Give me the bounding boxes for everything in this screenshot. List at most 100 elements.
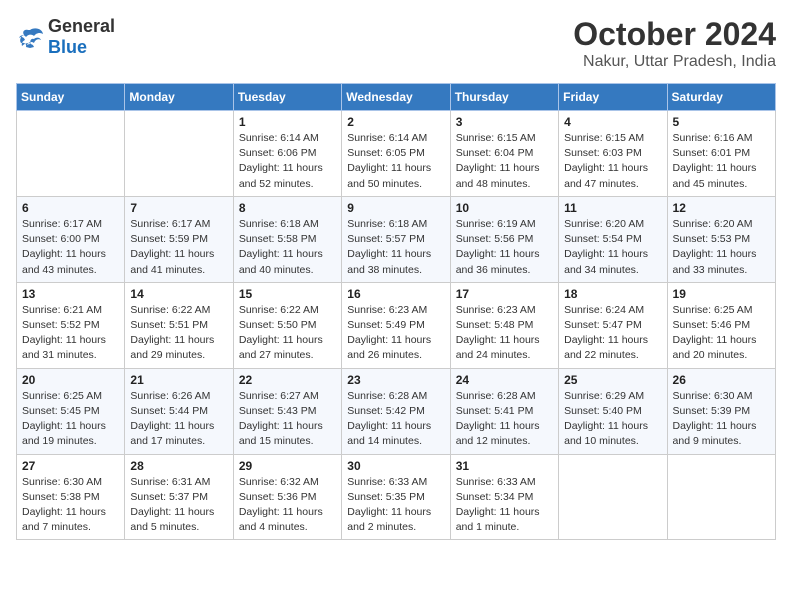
calendar-cell: 29 Sunrise: 6:32 AMSunset: 5:36 PMDayligh… — [233, 454, 341, 540]
day-info: Sunrise: 6:15 AMSunset: 6:03 PMDaylight:… — [564, 131, 661, 192]
day-number: 5 — [673, 115, 770, 129]
calendar-cell: 16 Sunrise: 6:23 AMSunset: 5:49 PMDayligh… — [342, 282, 450, 368]
day-info: Sunrise: 6:23 AMSunset: 5:49 PMDaylight:… — [347, 303, 444, 364]
calendar-cell: 10Sunrise: 6:19 AMSunset: 5:56 PMDayligh… — [450, 196, 558, 282]
calendar-cell: 7 Sunrise: 6:17 AMSunset: 5:59 PMDaylight… — [125, 196, 233, 282]
weekday-wednesday: Wednesday — [342, 84, 450, 111]
day-info: Sunrise: 6:33 AMSunset: 5:34 PMDaylight:… — [456, 475, 553, 536]
calendar-cell: 27 Sunrise: 6:30 AMSunset: 5:38 PMDayligh… — [17, 454, 125, 540]
day-number: 31 — [456, 459, 553, 473]
day-number: 21 — [130, 373, 227, 387]
day-number: 24 — [456, 373, 553, 387]
week-row-2: 6 Sunrise: 6:17 AMSunset: 6:00 PMDaylight… — [17, 196, 776, 282]
day-info: Sunrise: 6:26 AMSunset: 5:44 PMDaylight:… — [130, 389, 227, 450]
logo: General Blue — [16, 16, 115, 58]
title-section: October 2024 Nakur, Uttar Pradesh, India — [573, 16, 776, 71]
day-info: Sunrise: 6:18 AMSunset: 5:57 PMDaylight:… — [347, 217, 444, 278]
calendar-cell — [559, 454, 667, 540]
calendar-cell: 8 Sunrise: 6:18 AMSunset: 5:58 PMDaylight… — [233, 196, 341, 282]
calendar-cell: 31 Sunrise: 6:33 AMSunset: 5:34 PMDayligh… — [450, 454, 558, 540]
weekday-monday: Monday — [125, 84, 233, 111]
day-info: Sunrise: 6:32 AMSunset: 5:36 PMDaylight:… — [239, 475, 336, 536]
location-title: Nakur, Uttar Pradesh, India — [573, 53, 776, 71]
day-info: Sunrise: 6:28 AMSunset: 5:42 PMDaylight:… — [347, 389, 444, 450]
logo-text: General Blue — [48, 16, 115, 58]
calendar-cell: 28 Sunrise: 6:31 AMSunset: 5:37 PMDayligh… — [125, 454, 233, 540]
day-number: 12 — [673, 201, 770, 215]
calendar-cell: 19 Sunrise: 6:25 AMSunset: 5:46 PMDayligh… — [667, 282, 775, 368]
day-info: Sunrise: 6:28 AMSunset: 5:41 PMDaylight:… — [456, 389, 553, 450]
weekday-header-row: SundayMondayTuesdayWednesdayThursdayFrid… — [17, 84, 776, 111]
calendar-cell: 15 Sunrise: 6:22 AMSunset: 5:50 PMDayligh… — [233, 282, 341, 368]
day-number: 1 — [239, 115, 336, 129]
day-info: Sunrise: 6:30 AMSunset: 5:38 PMDaylight:… — [22, 475, 119, 536]
day-number: 13 — [22, 287, 119, 301]
calendar-cell — [125, 111, 233, 197]
calendar-cell — [17, 111, 125, 197]
day-number: 19 — [673, 287, 770, 301]
calendar-cell: 18Sunrise: 6:24 AMSunset: 5:47 PMDayligh… — [559, 282, 667, 368]
calendar-cell: 11Sunrise: 6:20 AMSunset: 5:54 PMDayligh… — [559, 196, 667, 282]
day-info: Sunrise: 6:25 AMSunset: 5:46 PMDaylight:… — [673, 303, 770, 364]
day-info: Sunrise: 6:21 AMSunset: 5:52 PMDaylight:… — [22, 303, 119, 364]
day-number: 27 — [22, 459, 119, 473]
week-row-1: 1 Sunrise: 6:14 AMSunset: 6:06 PMDaylight… — [17, 111, 776, 197]
day-number: 2 — [347, 115, 444, 129]
day-number: 28 — [130, 459, 227, 473]
day-number: 25 — [564, 373, 661, 387]
calendar-cell: 4Sunrise: 6:15 AMSunset: 6:03 PMDaylight… — [559, 111, 667, 197]
calendar-cell: 9 Sunrise: 6:18 AMSunset: 5:57 PMDaylight… — [342, 196, 450, 282]
calendar-cell: 12 Sunrise: 6:20 AMSunset: 5:53 PMDayligh… — [667, 196, 775, 282]
day-info: Sunrise: 6:15 AMSunset: 6:04 PMDaylight:… — [456, 131, 553, 192]
day-number: 3 — [456, 115, 553, 129]
day-number: 29 — [239, 459, 336, 473]
calendar-cell: 20Sunrise: 6:25 AMSunset: 5:45 PMDayligh… — [17, 368, 125, 454]
logo-blue: Blue — [48, 37, 87, 57]
calendar-cell: 24 Sunrise: 6:28 AMSunset: 5:41 PMDayligh… — [450, 368, 558, 454]
calendar-cell: 25Sunrise: 6:29 AMSunset: 5:40 PMDayligh… — [559, 368, 667, 454]
day-info: Sunrise: 6:14 AMSunset: 6:06 PMDaylight:… — [239, 131, 336, 192]
calendar-body: 1 Sunrise: 6:14 AMSunset: 6:06 PMDaylight… — [17, 111, 776, 540]
calendar-cell: 6 Sunrise: 6:17 AMSunset: 6:00 PMDaylight… — [17, 196, 125, 282]
logo-general: General — [48, 16, 115, 36]
day-info: Sunrise: 6:22 AMSunset: 5:50 PMDaylight:… — [239, 303, 336, 364]
day-info: Sunrise: 6:16 AMSunset: 6:01 PMDaylight:… — [673, 131, 770, 192]
day-number: 6 — [22, 201, 119, 215]
day-info: Sunrise: 6:31 AMSunset: 5:37 PMDaylight:… — [130, 475, 227, 536]
day-number: 7 — [130, 201, 227, 215]
calendar-cell: 17Sunrise: 6:23 AMSunset: 5:48 PMDayligh… — [450, 282, 558, 368]
day-info: Sunrise: 6:17 AMSunset: 6:00 PMDaylight:… — [22, 217, 119, 278]
calendar-cell: 26Sunrise: 6:30 AMSunset: 5:39 PMDayligh… — [667, 368, 775, 454]
calendar-cell: 13 Sunrise: 6:21 AMSunset: 5:52 PMDayligh… — [17, 282, 125, 368]
calendar-table: SundayMondayTuesdayWednesdayThursdayFrid… — [16, 83, 776, 540]
day-number: 8 — [239, 201, 336, 215]
calendar-cell: 3 Sunrise: 6:15 AMSunset: 6:04 PMDaylight… — [450, 111, 558, 197]
calendar-cell: 21 Sunrise: 6:26 AMSunset: 5:44 PMDayligh… — [125, 368, 233, 454]
day-info: Sunrise: 6:33 AMSunset: 5:35 PMDaylight:… — [347, 475, 444, 536]
day-info: Sunrise: 6:22 AMSunset: 5:51 PMDaylight:… — [130, 303, 227, 364]
weekday-thursday: Thursday — [450, 84, 558, 111]
calendar-cell: 22 Sunrise: 6:27 AMSunset: 5:43 PMDayligh… — [233, 368, 341, 454]
day-number: 14 — [130, 287, 227, 301]
logo-icon — [16, 26, 44, 48]
calendar-cell: 2Sunrise: 6:14 AMSunset: 6:05 PMDaylight… — [342, 111, 450, 197]
month-title: October 2024 — [573, 16, 776, 53]
day-info: Sunrise: 6:17 AMSunset: 5:59 PMDaylight:… — [130, 217, 227, 278]
day-number: 22 — [239, 373, 336, 387]
calendar-cell — [667, 454, 775, 540]
calendar-cell: 5 Sunrise: 6:16 AMSunset: 6:01 PMDaylight… — [667, 111, 775, 197]
page-header: General Blue October 2024 Nakur, Uttar P… — [16, 16, 776, 71]
week-row-5: 27 Sunrise: 6:30 AMSunset: 5:38 PMDayligh… — [17, 454, 776, 540]
day-number: 30 — [347, 459, 444, 473]
day-number: 9 — [347, 201, 444, 215]
day-number: 11 — [564, 201, 661, 215]
calendar-cell: 23Sunrise: 6:28 AMSunset: 5:42 PMDayligh… — [342, 368, 450, 454]
day-info: Sunrise: 6:24 AMSunset: 5:47 PMDaylight:… — [564, 303, 661, 364]
weekday-tuesday: Tuesday — [233, 84, 341, 111]
day-info: Sunrise: 6:27 AMSunset: 5:43 PMDaylight:… — [239, 389, 336, 450]
day-info: Sunrise: 6:20 AMSunset: 5:53 PMDaylight:… — [673, 217, 770, 278]
weekday-friday: Friday — [559, 84, 667, 111]
day-number: 15 — [239, 287, 336, 301]
day-number: 16 — [347, 287, 444, 301]
day-info: Sunrise: 6:18 AMSunset: 5:58 PMDaylight:… — [239, 217, 336, 278]
